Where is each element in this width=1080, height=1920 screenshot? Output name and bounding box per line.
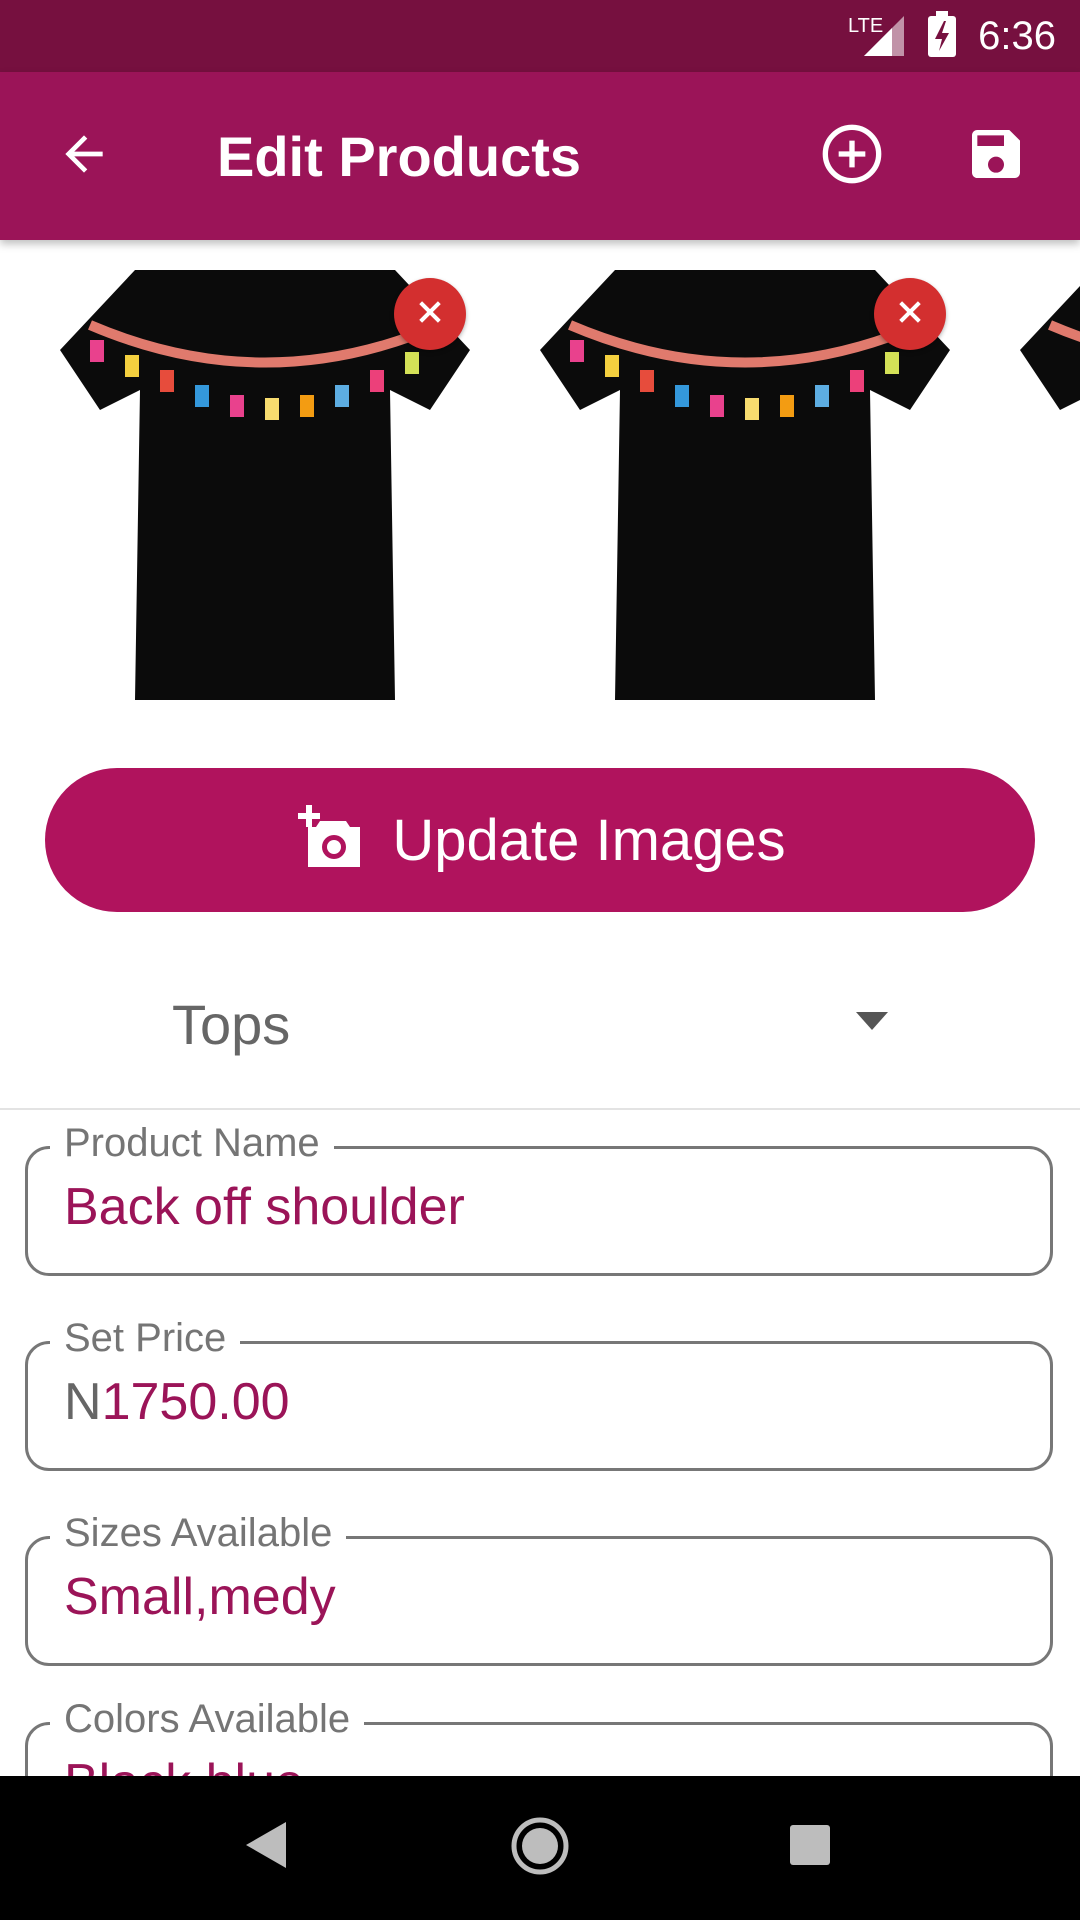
price-field[interactable]: Set Price N1750.00 xyxy=(25,1316,1053,1471)
close-icon xyxy=(894,296,926,333)
lte-signal-icon: LTE xyxy=(848,12,906,61)
add-circle-icon xyxy=(820,122,884,191)
product-name-field[interactable]: Product Name Back off shoulder xyxy=(25,1121,1053,1276)
product-image[interactable] xyxy=(1010,270,1080,700)
category-dropdown[interactable]: Tops xyxy=(0,960,1080,1110)
sizes-value: Small,medy xyxy=(64,1568,336,1626)
update-images-label: Update Images xyxy=(392,807,786,873)
page-title: Edit Products xyxy=(217,125,582,188)
back-nav-icon[interactable] xyxy=(246,1822,290,1873)
price-label: Set Price xyxy=(50,1316,241,1361)
battery-charging-icon xyxy=(928,10,957,62)
arrow-back-icon xyxy=(56,126,112,187)
home-nav-icon[interactable] xyxy=(510,1816,570,1881)
dropdown-arrow-icon xyxy=(856,1012,888,1035)
remove-image-button[interactable] xyxy=(394,278,466,350)
svg-text:LTE: LTE xyxy=(848,15,883,37)
update-images-button[interactable]: Update Images xyxy=(45,768,1035,912)
add-product-button[interactable] xyxy=(802,106,902,206)
sizes-label: Sizes Available xyxy=(50,1511,347,1556)
save-button[interactable] xyxy=(946,106,1046,206)
price-value: 1750.00 xyxy=(101,1373,290,1431)
price-value-wrap: N1750.00 xyxy=(64,1372,290,1432)
remove-image-button[interactable] xyxy=(874,278,946,350)
close-icon xyxy=(414,296,446,333)
sizes-field[interactable]: Sizes Available Small,medy xyxy=(25,1511,1053,1666)
category-selected-value: Tops xyxy=(172,993,291,1056)
add-photo-icon xyxy=(294,804,366,876)
price-prefix: N xyxy=(64,1373,102,1431)
status-time: 6:36 xyxy=(978,13,1056,58)
status-bar: LTE 6:36 xyxy=(0,0,1080,72)
navigation-bar xyxy=(0,1776,1080,1920)
product-name-value: Back off shoulder xyxy=(64,1178,465,1236)
app-bar: Edit Products xyxy=(0,72,1080,240)
product-name-label: Product Name xyxy=(50,1121,334,1166)
save-icon xyxy=(964,122,1028,191)
product-images-carousel[interactable] xyxy=(0,270,1080,710)
colors-label: Colors Available xyxy=(50,1697,365,1742)
recents-nav-icon[interactable] xyxy=(790,1825,830,1870)
back-button[interactable] xyxy=(34,106,134,206)
